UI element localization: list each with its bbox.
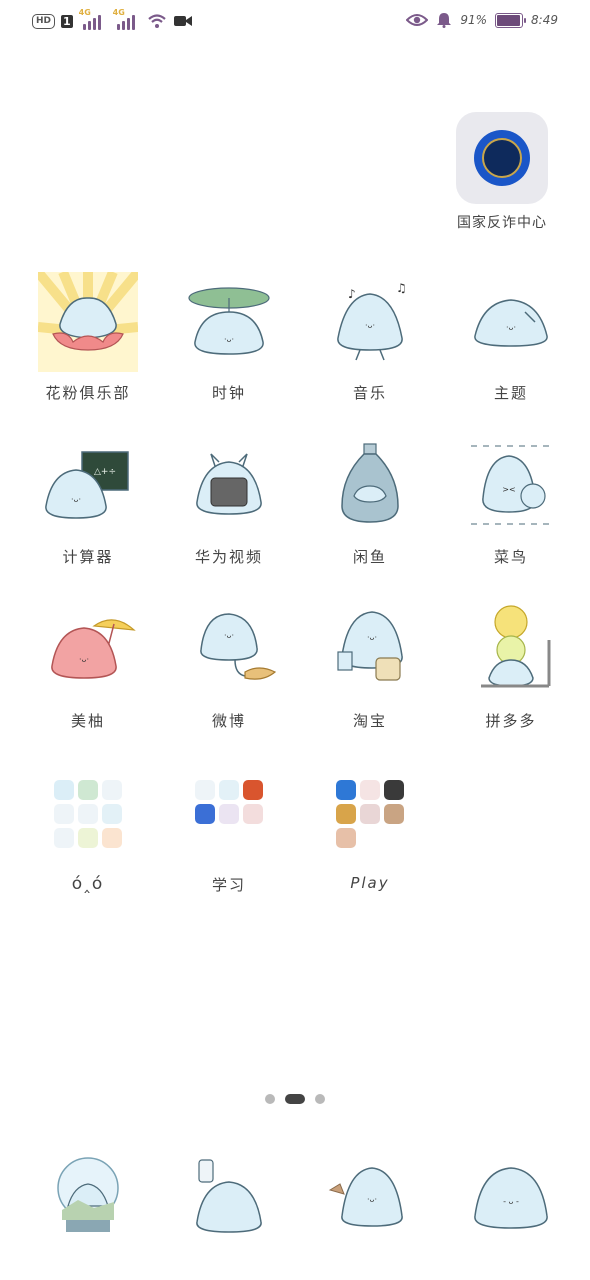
app-weibo[interactable]: ·ᴗ· 微博 [159, 600, 299, 731]
meiyou-icon: ·ᴗ· [38, 600, 138, 700]
weibo-icon: ·ᴗ· [179, 600, 279, 700]
svg-text:><: >< [502, 485, 515, 494]
theme-icon: ·ᴗ· [461, 272, 561, 372]
wifi-icon [147, 14, 166, 28]
app-label: 花粉俱乐部 [45, 384, 131, 402]
folder-study[interactable]: 学习 [159, 764, 299, 895]
svg-text:·ᴗ·: ·ᴗ· [224, 631, 234, 640]
music-icon: ♪ ♫ ·ᴗ· [320, 272, 420, 372]
taobao-icon: ·ᴗ· [320, 600, 420, 700]
app-meiyou[interactable]: ·ᴗ· 美柚 [18, 600, 158, 731]
folder-emote[interactable]: ό‸ό [18, 764, 158, 894]
eye-icon [406, 14, 429, 26]
clock-icon: ·ᴗ· [179, 272, 279, 372]
app-label: 华为视频 [194, 548, 263, 566]
app-xianyu[interactable]: 闲鱼 [300, 436, 440, 567]
dock-app-1[interactable] [38, 1150, 138, 1240]
app-huawei-video[interactable]: 华为视频 [159, 436, 299, 567]
bell-icon [437, 13, 452, 28]
folder-play[interactable]: Play [300, 764, 440, 892]
app-flower-club[interactable]: 花粉俱乐部 [18, 268, 158, 403]
xianyu-icon [320, 436, 420, 536]
app-calculator[interactable]: △+÷ ·ᴗ· 计算器 [18, 436, 158, 567]
app-pinduoduo[interactable]: 拼多多 [441, 600, 581, 731]
app-taobao[interactable]: ·ᴗ· 淘宝 [300, 600, 440, 731]
sim-indicator: 1 [61, 14, 73, 28]
app-label: 菜鸟 [493, 548, 528, 566]
app-label: 淘宝 [352, 712, 387, 730]
clock-time: 8:49 [531, 13, 558, 27]
svg-text:♪: ♪ [348, 287, 356, 301]
pinduoduo-icon [461, 600, 561, 700]
folder-label: 学习 [211, 876, 246, 894]
cainiao-icon: >< [461, 436, 561, 536]
page-indicator[interactable] [0, 1094, 590, 1104]
svg-text:·ᴗ·: ·ᴗ· [71, 495, 81, 504]
app-music[interactable]: ♪ ♫ ·ᴗ· 音乐 [300, 272, 440, 403]
app-label: 时钟 [211, 384, 246, 402]
mochi-icon: - ᴗ - [474, 1167, 548, 1229]
svg-text:- ᴗ -: - ᴗ - [503, 1197, 519, 1206]
app-fraud-center[interactable]: 国家反诈中心 [432, 112, 572, 232]
signal-icon: 4G [79, 8, 107, 30]
huawei-video-icon [179, 436, 279, 536]
app-label: 微博 [211, 712, 246, 730]
snow-globe-icon [57, 1157, 119, 1232]
folder-icon [38, 764, 138, 864]
svg-text:△+÷: △+÷ [94, 467, 116, 477]
app-clock[interactable]: ·ᴗ· 时钟 [159, 272, 299, 403]
page-dot[interactable] [265, 1094, 275, 1104]
folder-label: Play [350, 874, 390, 892]
svg-text:·ᴗ·: ·ᴗ· [506, 323, 516, 332]
app-label: 国家反诈中心 [457, 215, 547, 231]
page-dot-active[interactable] [285, 1094, 305, 1104]
app-label: 拼多多 [485, 712, 537, 730]
flower-club-icon [34, 268, 142, 372]
svg-text:·ᴗ·: ·ᴗ· [367, 633, 377, 642]
svg-text:·ᴗ·: ·ᴗ· [224, 335, 234, 344]
phone-mochi-icon [196, 1159, 262, 1233]
folder-label: ό‸ό [71, 874, 105, 894]
hd-icon: HD [32, 13, 56, 29]
folder-icon [320, 764, 420, 864]
app-label: 闲鱼 [352, 548, 387, 566]
fraud-center-icon [456, 112, 548, 204]
app-cainiao[interactable]: >< 菜鸟 [441, 436, 581, 567]
folder-icon [179, 764, 279, 864]
signal-icon-2: 4G [113, 8, 141, 30]
video-icon [173, 16, 192, 26]
calculator-icon: △+÷ ·ᴗ· [38, 436, 138, 536]
battery-percent: 91% [460, 13, 488, 27]
app-label: 计算器 [62, 548, 114, 566]
svg-text:♫: ♫ [396, 281, 407, 295]
bird-mochi-icon: ·ᴗ· [328, 1167, 403, 1227]
app-label: 主题 [493, 384, 528, 402]
battery-icon [495, 12, 527, 28]
dock-app-2[interactable] [179, 1150, 279, 1240]
app-theme[interactable]: ·ᴗ· 主题 [441, 272, 581, 403]
app-label: 音乐 [352, 384, 387, 402]
status-bar: HD 1 4G 4G 91% 8:49 [0, 0, 590, 44]
app-label: 美柚 [70, 712, 105, 730]
svg-text:·ᴗ·: ·ᴗ· [367, 1195, 377, 1204]
page-dot[interactable] [315, 1094, 325, 1104]
dock-app-4[interactable]: - ᴗ - [461, 1150, 561, 1240]
svg-text:·ᴗ·: ·ᴗ· [79, 655, 89, 664]
svg-text:·ᴗ·: ·ᴗ· [365, 321, 375, 330]
dock-app-3[interactable]: ·ᴗ· [320, 1150, 420, 1240]
